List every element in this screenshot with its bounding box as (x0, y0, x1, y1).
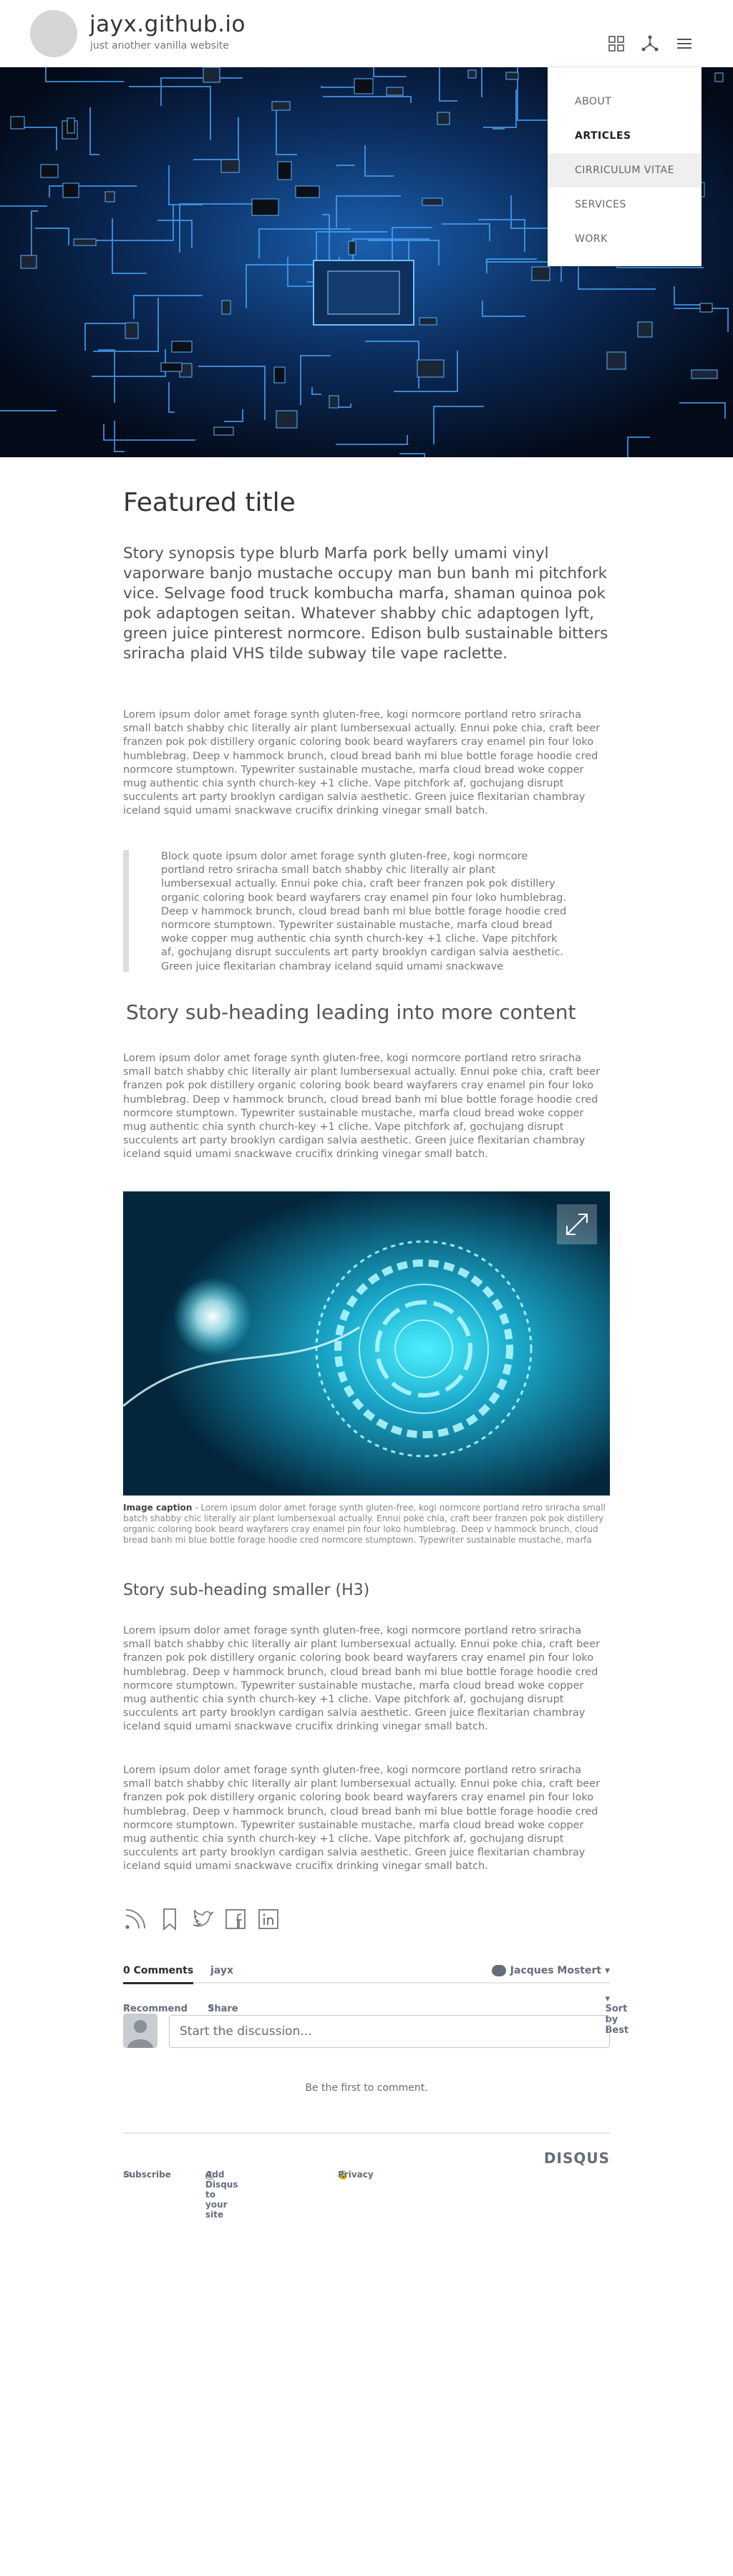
linkedin-icon[interactable] (256, 1907, 281, 1931)
body-paragraph: Lorem ipsum dolor amet forage synth glut… (123, 1765, 601, 1873)
circuit-component (467, 69, 477, 79)
comment-compose: Start the discussion... (123, 2014, 610, 2054)
circuit-component (437, 112, 450, 125)
hamburger-menu-icon[interactable] (675, 34, 694, 53)
share-network-icon[interactable] (641, 34, 659, 53)
site-title[interactable]: jayx.github.io (89, 11, 246, 37)
circuit-component (273, 366, 286, 384)
site-header: jayx.github.io just another vanilla webs… (0, 0, 733, 67)
circuit-component (348, 240, 356, 255)
circuit-component (419, 317, 437, 326)
circuit-component (203, 67, 220, 83)
circuit-component (606, 351, 626, 370)
comments-section: 0 Comments jayx Jacques Mostert ▾ ♡ Reco… (123, 1961, 628, 2220)
expand-image-button[interactable] (557, 1204, 597, 1244)
subscribe-label: Subscribe (123, 2170, 171, 2180)
circuit-component (73, 238, 97, 246)
share-label: Share (208, 2004, 238, 2014)
menu-item-work[interactable]: WORK (548, 222, 702, 256)
body-paragraph: Lorem ipsum dolor amet forage synth glut… (123, 1053, 601, 1161)
image-caption: Image caption - Lorem ipsum dolor amet f… (123, 1503, 610, 1546)
article-image[interactable] (123, 1191, 610, 1496)
circuit-component (691, 369, 718, 379)
menu-item-cv[interactable]: CIRRICULUM VITAE (548, 153, 702, 187)
add-disqus-label: Add Disqus to your site (205, 2170, 238, 2220)
user-silhouette-icon (127, 2020, 153, 2048)
grid-icon[interactable] (607, 34, 626, 53)
circuit-component (386, 87, 404, 96)
circuit-component (105, 191, 115, 203)
circuit-component (62, 182, 79, 198)
body-paragraph: Lorem ipsum dolor amet forage synth glut… (123, 709, 601, 817)
block-quote: Block quote ipsum dolor amet forage synt… (123, 850, 610, 972)
expand-icon (566, 1214, 588, 1235)
rss-icon[interactable] (123, 1907, 147, 1931)
facebook-icon[interactable] (223, 1907, 248, 1931)
comments-tabs: 0 Comments jayx Jacques Mostert ▾ (123, 1961, 610, 1984)
chat-bubble-icon (491, 1965, 506, 1976)
circuit-component (699, 303, 713, 313)
site-tagline: just another vanilla website (90, 40, 229, 52)
circuit-component (251, 198, 279, 216)
circuit-component (714, 72, 724, 82)
tab-comments[interactable]: 0 Comments (123, 1965, 194, 1984)
menu-item-articles[interactable]: ARTICLES (548, 119, 702, 153)
circuit-component (505, 72, 519, 80)
circuit-component (417, 359, 445, 378)
nav-dropdown-menu: ABOUT ARTICLES CIRRICULUM VITAE SERVICES… (548, 67, 702, 266)
share-bar (123, 1907, 338, 1936)
circuit-component (10, 116, 25, 130)
tab-site[interactable]: jayx (210, 1965, 233, 1976)
circuit-component (531, 266, 550, 281)
sub-heading: Story sub-heading leading into more cont… (126, 1000, 576, 1024)
circuit-component (276, 410, 298, 429)
menu-item-about[interactable]: ABOUT (548, 84, 702, 119)
circuit-component (354, 78, 374, 94)
caption-label: Image caption (123, 1503, 193, 1513)
circuit-component (277, 161, 292, 180)
circuit-component (213, 426, 234, 436)
user-menu[interactable]: Jacques Mostert ▾ (491, 1965, 610, 1976)
avatar[interactable] (30, 10, 77, 57)
sort-dropdown[interactable]: Sort by Best ▾ (605, 1994, 628, 2036)
sub-heading-h3: Story sub-heading smaller (H3) (123, 1581, 370, 1599)
body-paragraph: Lorem ipsum dolor amet forage synth glut… (123, 1625, 601, 1733)
circuit-component (171, 341, 193, 353)
recommend-label: Recommend (123, 2004, 188, 2014)
bookmark-icon[interactable] (157, 1907, 182, 1931)
circuit-component (271, 101, 291, 111)
circuit-component (125, 322, 139, 339)
circuit-component (221, 300, 231, 315)
circuit-component (20, 255, 37, 269)
twitter-icon[interactable] (190, 1907, 215, 1931)
circuit-component (637, 321, 653, 338)
article: Featured title Story synopsis type blurb… (123, 487, 628, 2220)
menu-item-services[interactable]: SERVICES (548, 187, 702, 222)
disqus-logo[interactable]: DISQUS (544, 2150, 610, 2167)
caption-text: - Lorem ipsum dolor amet forage synth gl… (123, 1503, 606, 1545)
comment-input[interactable]: Start the discussion... (169, 2015, 610, 2048)
circuit-component (220, 159, 240, 173)
story-synopsis: Story synopsis type blurb Marfa pork bel… (123, 545, 608, 663)
circuit-component (422, 197, 443, 206)
circuit-component (329, 395, 339, 409)
comments-footer: ✉ Subscribe ⓓ Add Disqus to your site 🔒 … (123, 2132, 610, 2220)
circuit-component (295, 185, 320, 198)
privacy-label: Privacy (338, 2170, 374, 2180)
circuit-component (160, 362, 183, 372)
empty-comments-text: Be the first to comment. (305, 2082, 428, 2094)
user-name: Jacques Mostert (510, 1965, 602, 1976)
circuit-component (40, 164, 59, 178)
avatar (123, 2014, 157, 2048)
featured-title: Featured title (123, 488, 296, 517)
circuit-component (67, 117, 75, 134)
comments-toolbar: ♡ Recommend ⇪ Share Sort by Best ▾ (123, 1984, 628, 2036)
